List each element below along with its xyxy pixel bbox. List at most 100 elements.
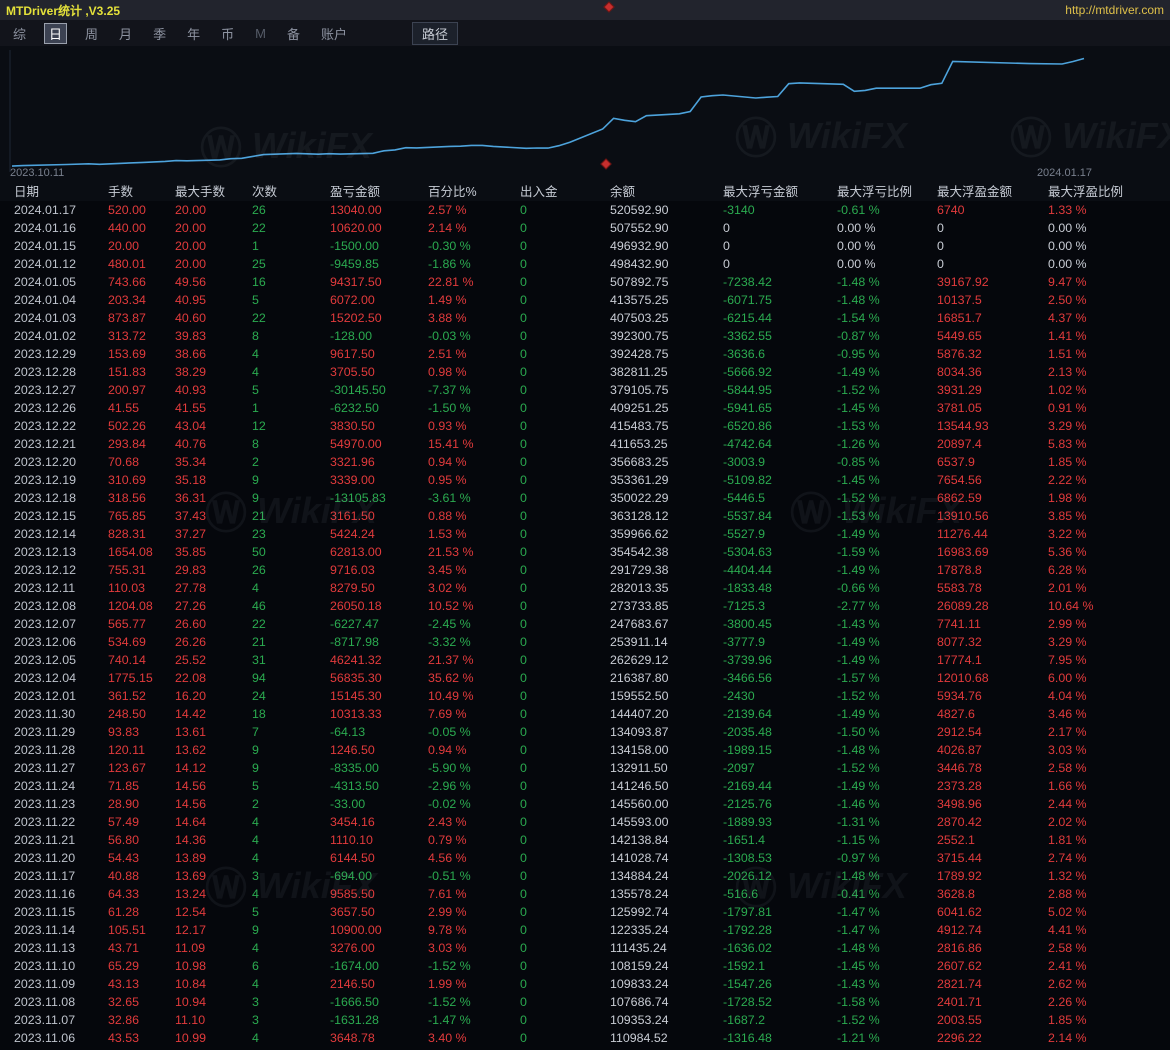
table-row[interactable]: 2023.12.22502.2643.04123830.500.93 %0415… [0,417,1170,435]
column-header[interactable]: 余额 [610,181,723,200]
table-row[interactable]: 2023.12.11110.0327.7848279.503.02 %02820… [0,579,1170,597]
table-row[interactable]: 2023.12.18318.5636.319-13105.83-3.61 %03… [0,489,1170,507]
table-cell: -2169.44 [723,779,837,793]
table-row[interactable]: 2023.11.1740.8813.693-694.00-0.51 %01348… [0,867,1170,885]
table-cell: 2023.12.14 [14,527,108,541]
column-header[interactable]: 最大浮亏金额 [723,181,837,200]
table-row[interactable]: 2024.01.16440.0020.002210620.002.14 %050… [0,219,1170,237]
table-row[interactable]: 2023.11.1065.2910.986-1674.00-1.52 %0108… [0,957,1170,975]
table-row[interactable]: 2023.12.28151.8338.2943705.500.98 %03828… [0,363,1170,381]
table-row[interactable]: 2023.11.14105.5112.17910900.009.78 %0122… [0,921,1170,939]
menu-item-5[interactable]: 年 [184,23,203,44]
table-row[interactable]: 2024.01.1520.0020.001-1500.00-0.30 %0496… [0,237,1170,255]
table-row[interactable]: 2023.11.2156.8014.3641110.100.79 %014213… [0,831,1170,849]
table-row[interactable]: 2023.11.2471.8514.565-4313.50-2.96 %0141… [0,777,1170,795]
path-button[interactable]: 路径 [412,22,458,45]
table-row[interactable]: 2024.01.17520.0020.002613040.002.57 %052… [0,201,1170,219]
table-row[interactable]: 2023.12.27200.9740.935-30145.50-7.37 %03… [0,381,1170,399]
table-row[interactable]: 2023.12.15765.8537.43213161.500.88 %0363… [0,507,1170,525]
table-row[interactable]: 2023.12.041775.1522.089456835.3035.62 %0… [0,669,1170,687]
table-row[interactable]: 2023.12.14828.3137.27235424.241.53 %0359… [0,525,1170,543]
table-cell: -1.48 % [837,941,937,955]
column-header[interactable]: 手数 [108,181,175,200]
table-row[interactable]: 2023.12.29153.6938.6649617.502.51 %03924… [0,345,1170,363]
menu-item-7[interactable]: M [252,25,269,42]
table-row[interactable]: 2023.11.0832.6510.943-1666.50-1.52 %0107… [0,993,1170,1011]
column-header[interactable]: 最大浮盈金额 [937,181,1048,200]
table-cell: 56.80 [108,833,175,847]
table-row[interactable]: 2023.11.1343.7111.0943276.003.03 %011143… [0,939,1170,957]
table-cell: 755.31 [108,563,175,577]
menu-item-3[interactable]: 月 [116,23,135,44]
table-row[interactable]: 2023.11.30248.5014.421810313.337.69 %014… [0,705,1170,723]
menu-item-9[interactable]: 账户 [318,23,350,44]
table-cell: -2430 [723,689,837,703]
table-cell: 20.00 [175,221,252,235]
table-row[interactable]: 2023.12.07565.7726.6022-6227.47-2.45 %02… [0,615,1170,633]
table-row[interactable]: 2024.01.02313.7239.838-128.00-0.03 %0392… [0,327,1170,345]
table-cell: 25.52 [175,653,252,667]
table-row[interactable]: 2023.11.0732.8611.103-1631.28-1.47 %0109… [0,1011,1170,1029]
table-cell: 2.58 % [1048,941,1170,955]
table-row[interactable]: 2023.12.06534.6926.2621-8717.98-3.32 %02… [0,633,1170,651]
table-cell: -1.43 % [837,977,937,991]
table-cell: 3.40 % [428,1031,520,1045]
table-row[interactable]: 2023.11.2257.4914.6443454.162.43 %014559… [0,813,1170,831]
table-row[interactable]: 2023.11.0643.5310.9943648.783.40 %011098… [0,1029,1170,1047]
table-cell: 2023.11.07 [14,1013,108,1027]
column-header[interactable]: 百分比% [428,181,520,200]
column-header[interactable]: 最大手数 [175,181,252,200]
column-header[interactable]: 最大浮盈比例 [1048,181,1170,200]
table-row[interactable]: 2023.12.2641.5541.551-6232.50-1.50 %0409… [0,399,1170,417]
menu-item-6[interactable]: 币 [218,23,237,44]
menu-item-0[interactable]: 综 [10,23,29,44]
menu-item-8[interactable]: 备 [284,23,303,44]
table-row[interactable]: 2023.11.1561.2812.5453657.502.99 %012599… [0,903,1170,921]
table-row[interactable]: 2023.11.27123.6714.129-8335.00-5.90 %013… [0,759,1170,777]
menu-item-4[interactable]: 季 [150,23,169,44]
table-row[interactable]: 2023.12.2070.6835.3423321.960.94 %035668… [0,453,1170,471]
table-cell: 134158.00 [610,743,723,757]
table-cell: 17774.1 [937,653,1048,667]
table-cell: 40.60 [175,311,252,325]
table-row[interactable]: 2023.12.131654.0835.855062813.0021.53 %0… [0,543,1170,561]
column-header[interactable]: 次数 [252,181,330,200]
table-row[interactable]: 2023.11.1664.3313.2449585.507.61 %013557… [0,885,1170,903]
table-cell: 123.67 [108,761,175,775]
table-row[interactable]: 2023.12.21293.8440.76854970.0015.41 %041… [0,435,1170,453]
table-row[interactable]: 2023.12.01361.5216.202415145.3010.49 %01… [0,687,1170,705]
table-row[interactable]: 2023.12.081204.0827.264626050.1810.52 %0… [0,597,1170,615]
table-cell: 318.56 [108,491,175,505]
table-cell: 70.68 [108,455,175,469]
column-header[interactable]: 出入金 [520,181,610,200]
table-row[interactable]: 2023.11.2993.8313.617-64.13-0.05 %013409… [0,723,1170,741]
table-cell: 50 [252,545,330,559]
table-row[interactable]: 2024.01.05743.6649.561694317.5022.81 %05… [0,273,1170,291]
table-cell: 291729.38 [610,563,723,577]
table-cell: 3.03 % [428,941,520,955]
table-row[interactable]: 2024.01.12480.0120.0025-9459.85-1.86 %04… [0,255,1170,273]
table-cell: -0.85 % [837,455,937,469]
table-cell: 354542.38 [610,545,723,559]
column-header[interactable]: 日期 [14,181,108,200]
menu-item-2[interactable]: 周 [82,23,101,44]
table-cell: 2.14 % [428,221,520,235]
app-url-link[interactable]: http://mtdriver.com [1065,3,1164,17]
column-header[interactable]: 最大浮亏比例 [837,181,937,200]
table-row[interactable]: 2023.11.2328.9014.562-33.00-0.02 %014556… [0,795,1170,813]
table-row[interactable]: 2023.11.2054.4313.8946144.504.56 %014102… [0,849,1170,867]
column-header[interactable]: 盈亏金额 [330,181,428,200]
table-row[interactable]: 2023.12.12755.3129.83269716.033.45 %0291… [0,561,1170,579]
table-row[interactable]: 2023.11.0943.1310.8442146.501.99 %010983… [0,975,1170,993]
menu-item-1[interactable]: 日 [44,23,67,44]
table-cell: 2024.01.02 [14,329,108,343]
table-row[interactable]: 2024.01.04203.3440.9556072.001.49 %04135… [0,291,1170,309]
table-cell: 0 [520,599,610,613]
table-row[interactable]: 2023.11.28120.1113.6291246.500.94 %01341… [0,741,1170,759]
table-cell: 0 [520,437,610,451]
table-cell: 14.12 [175,761,252,775]
table-row[interactable]: 2023.12.19310.6935.1893339.000.95 %03533… [0,471,1170,489]
table-cell: 1 [252,401,330,415]
table-row[interactable]: 2023.12.05740.1425.523146241.3221.37 %02… [0,651,1170,669]
table-row[interactable]: 2024.01.03873.8740.602215202.503.88 %040… [0,309,1170,327]
